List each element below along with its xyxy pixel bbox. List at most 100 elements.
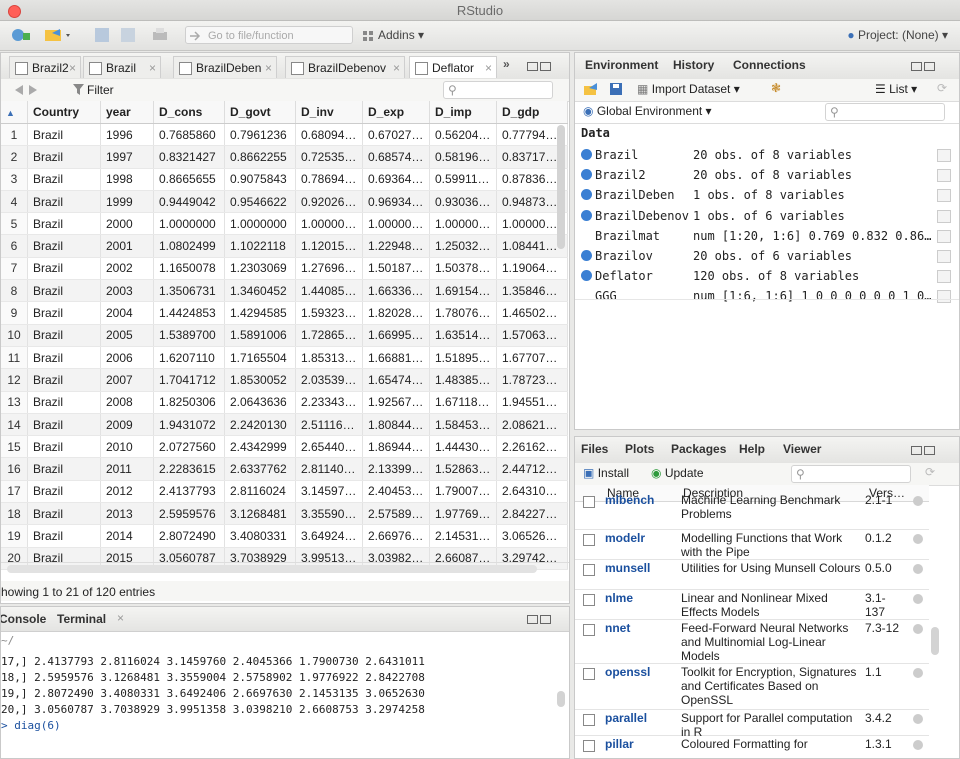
view-grid-icon[interactable] (937, 209, 951, 223)
expand-object-icon[interactable] (581, 209, 592, 221)
package-checkbox[interactable] (583, 534, 595, 546)
goto-file-input[interactable]: Go to file/function (185, 26, 353, 44)
tab-connections[interactable]: Connections (733, 58, 806, 72)
column-header[interactable]: D_gdp (496, 101, 568, 124)
row-index-header[interactable]: ▲ (1, 101, 28, 124)
env-object-row[interactable]: BrazilDebenov 1 obs. of 6 variables (581, 207, 951, 227)
env-object-row[interactable]: BrazilDeben 1 obs. of 8 variables (581, 186, 951, 206)
env-object-row[interactable]: Brazilov 20 obs. of 6 variables (581, 247, 951, 267)
view-grid-icon[interactable] (937, 149, 951, 162)
remove-package-icon[interactable] (913, 668, 923, 678)
view-grid-icon[interactable] (937, 270, 951, 284)
tab-console[interactable]: Console (1, 612, 46, 626)
remove-package-icon[interactable] (913, 496, 923, 506)
remove-package-icon[interactable] (913, 594, 923, 604)
view-grid-icon[interactable] (937, 229, 951, 243)
tab-packages[interactable]: Packages (671, 442, 726, 456)
column-header[interactable]: D_govt (224, 101, 296, 124)
install-button[interactable]: ▣ Install (583, 466, 629, 480)
expand-object-icon[interactable] (581, 149, 592, 160)
tab-viewer[interactable]: Viewer (783, 442, 821, 456)
packages-search-input[interactable]: ⚲ (791, 465, 911, 483)
tab-plots[interactable]: Plots (625, 442, 654, 456)
column-header[interactable]: year (100, 101, 154, 124)
maximize-icon[interactable] (540, 62, 551, 71)
minimize-icon[interactable] (911, 62, 922, 71)
import-dataset-button[interactable]: ▦ Import Dataset ▾ (637, 82, 740, 96)
pane-minmax[interactable] (527, 613, 555, 625)
tab-brazil2[interactable]: Brazil2 × (9, 56, 81, 78)
package-checkbox[interactable] (583, 668, 595, 680)
tab-files[interactable]: Files (581, 442, 608, 456)
env-object-row[interactable]: Deflator 120 obs. of 8 variables (581, 267, 951, 287)
env-search-input[interactable]: ⚲ (825, 103, 945, 121)
console-scrollbar[interactable] (557, 691, 565, 707)
remove-package-icon[interactable] (913, 714, 923, 724)
minimize-icon[interactable] (527, 615, 538, 624)
save-workspace-icon[interactable] (609, 82, 623, 96)
refresh-icon[interactable]: ⟳ (937, 81, 947, 95)
column-header[interactable]: D_imp (429, 101, 497, 124)
tab-brazildebenov[interactable]: BrazilDebenov × (285, 56, 405, 78)
expand-object-icon[interactable] (581, 169, 592, 181)
data-search-input[interactable]: ⚲ (443, 81, 553, 99)
expand-object-icon[interactable] (581, 250, 592, 261)
tab-help[interactable]: Help (739, 442, 765, 456)
table-scrollbar[interactable] (557, 125, 565, 249)
close-tab-icon[interactable]: × (265, 57, 272, 79)
package-name-link[interactable]: pillar (605, 737, 634, 751)
global-environment-menu[interactable]: ◉ Global Environment ▾ (583, 104, 712, 118)
maximize-icon[interactable] (540, 615, 551, 624)
tab-brazildeben[interactable]: BrazilDeben × (173, 56, 277, 78)
column-header[interactable]: Country (27, 101, 101, 124)
open-file-icon[interactable] (44, 27, 72, 43)
project-menu[interactable]: ● Project: (None) ▾ (847, 28, 948, 42)
load-workspace-icon[interactable] (583, 82, 599, 96)
expand-object-icon[interactable] (581, 189, 592, 201)
tab-history[interactable]: History (673, 58, 714, 72)
pane-minmax[interactable] (911, 60, 939, 72)
maximize-icon[interactable] (924, 62, 935, 71)
close-tab-icon[interactable]: × (393, 57, 400, 79)
horizontal-scrollbar[interactable] (7, 565, 537, 573)
addins-menu[interactable]: Addins ▾ (378, 28, 424, 42)
packages-scrollbar[interactable] (931, 627, 939, 655)
remove-package-icon[interactable] (913, 564, 923, 574)
minimize-icon[interactable] (911, 446, 922, 455)
package-name-link[interactable]: munsell (605, 561, 650, 575)
package-name-link[interactable]: openssl (605, 665, 650, 679)
column-header[interactable]: D_cons (153, 101, 225, 124)
env-object-row[interactable]: Brazilmat num [1:20, 1:6] 0.769 0.832 0.8… (581, 227, 951, 247)
package-name-link[interactable]: mlbench (605, 493, 654, 507)
view-grid-icon[interactable] (937, 250, 951, 263)
remove-package-icon[interactable] (913, 534, 923, 544)
update-button[interactable]: ◉ Update (651, 466, 704, 480)
refresh-icon[interactable]: ⟳ (925, 465, 935, 479)
view-grid-icon[interactable] (937, 290, 951, 304)
save-disabled-icon[interactable] (92, 27, 112, 43)
tab-environment[interactable]: Environment (585, 58, 658, 72)
package-name-link[interactable]: modelr (605, 531, 645, 545)
env-object-row[interactable]: Brazil2 20 obs. of 8 variables (581, 166, 951, 186)
column-header[interactable]: D_exp (362, 101, 430, 124)
package-checkbox[interactable] (583, 714, 595, 726)
tab-terminal[interactable]: Terminal (57, 612, 106, 626)
pane-minmax[interactable] (911, 444, 939, 456)
pane-minmax[interactable] (527, 60, 555, 72)
column-header[interactable]: D_inv (295, 101, 363, 124)
list-view-menu[interactable]: ☰ List ▾ (875, 82, 917, 96)
view-grid-icon[interactable] (937, 169, 951, 183)
package-name-link[interactable]: parallel (605, 711, 647, 725)
new-project-icon[interactable] (10, 27, 32, 43)
more-tabs-icon[interactable]: » (503, 57, 510, 71)
package-checkbox[interactable] (583, 594, 595, 606)
tab-brazil[interactable]: Brazil × (83, 56, 161, 78)
broom-icon[interactable]: ❃ (771, 81, 781, 95)
expand-object-icon[interactable] (581, 270, 592, 282)
package-checkbox[interactable] (583, 624, 595, 636)
package-name-link[interactable]: nlme (605, 591, 633, 605)
package-checkbox[interactable] (583, 740, 595, 752)
close-tab-icon[interactable]: × (69, 57, 76, 79)
minimize-icon[interactable] (527, 62, 538, 71)
view-grid-icon[interactable] (937, 189, 951, 203)
